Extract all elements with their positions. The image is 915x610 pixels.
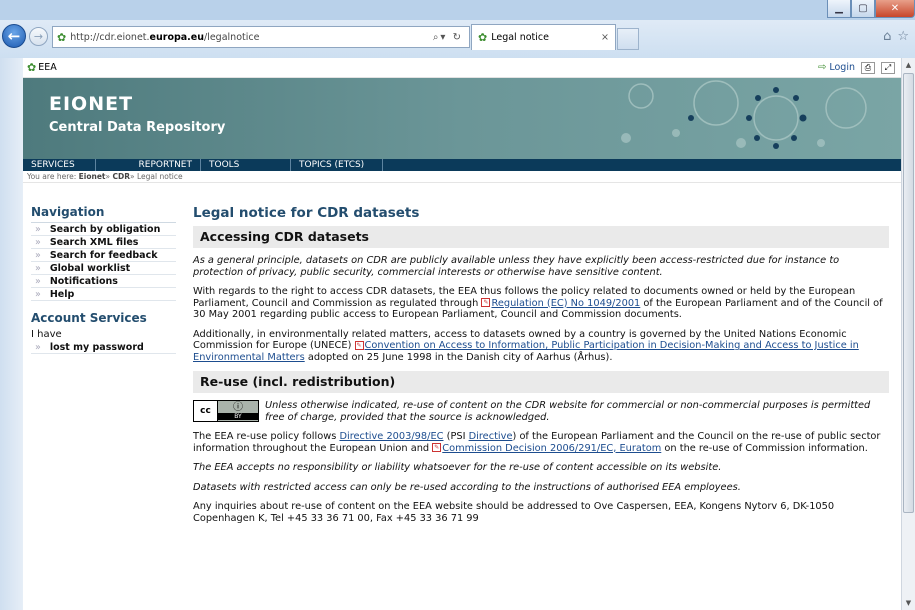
sidebar-item-search-feedback[interactable]: » Search for feedback [31, 249, 176, 262]
paragraph-general-principle: As a general principle, datasets on CDR … [193, 255, 840, 278]
nav-services[interactable]: Services [23, 159, 96, 171]
minimize-button[interactable]: ▁ [827, 0, 851, 18]
breadcrumb: You are here: Eionet» CDR» Legal notice [23, 171, 901, 183]
breadcrumb-eionet[interactable]: Eionet [79, 172, 106, 181]
account-services-heading: Account Services [31, 311, 147, 325]
tab-close-icon[interactable]: × [601, 32, 609, 43]
i-have-label: I have [31, 329, 62, 340]
site-favicon-icon: ✿ [57, 30, 67, 44]
tab-favicon-icon: ✿ [478, 31, 488, 44]
account-list: » lost my password [31, 341, 176, 354]
vertical-scrollbar[interactable]: ▲ ▼ [901, 58, 915, 610]
banner-subtitle: Central Data Repository [49, 120, 226, 135]
address-path: /legalnotice [204, 31, 260, 43]
site-banner: Eionet Central Data Repository [23, 78, 901, 159]
paragraph-no-liability: The EEA accepts no responsibility or lia… [193, 462, 722, 473]
page-topbar: ✿ EEA ⇨ Login ⎙ ⤢ [23, 58, 901, 78]
regulation-link[interactable]: Regulation (EC) No 1049/2001 [491, 298, 640, 309]
page-title: Legal notice for CDR datasets [193, 205, 420, 221]
pdf-icon: ✎ [432, 443, 442, 452]
sidebar-item-lost-password[interactable]: » lost my password [31, 341, 176, 354]
paragraph-unece: Additionally, in environmentally related… [193, 328, 859, 363]
sidebar-item-global-worklist[interactable]: » Global worklist [31, 262, 176, 275]
sidebar-item-notifications[interactable]: » Notifications [31, 275, 176, 288]
eea-logo-icon: ✿ [27, 61, 37, 74]
sidebar-item-help[interactable]: » Help [31, 288, 176, 301]
psi-directive-link[interactable]: Directive [469, 431, 513, 442]
home-icon[interactable]: ⌂ [883, 29, 897, 44]
section-heading-reuse: Re-use (incl. redistribution) [193, 371, 889, 393]
main-content: Legal notice for CDR datasets Accessing … [193, 205, 889, 532]
toolbar-icons: ⌂☆ [883, 29, 915, 44]
sidebar-item-search-xml[interactable]: » Search XML files [31, 236, 176, 249]
nav-reportnet[interactable]: ReportNet [96, 159, 201, 171]
window-controls: ▁ ▢ ✕ [827, 0, 915, 20]
forward-arrow-icon: → [33, 30, 44, 43]
tab-title: Legal notice [491, 32, 549, 43]
back-arrow-icon: ← [7, 27, 21, 45]
cc-by-license-icon[interactable]: cc ⓘ BY [193, 400, 259, 422]
nav-topics[interactable]: Topics (ETCs) [291, 159, 383, 171]
close-window-button[interactable]: ✕ [875, 0, 915, 18]
scroll-up-icon[interactable]: ▲ [902, 58, 915, 72]
login-label: Login [829, 62, 855, 73]
paragraph-restricted: Datasets with restricted access can only… [193, 481, 741, 493]
scroll-down-icon[interactable]: ▼ [902, 596, 915, 610]
search-refresh-icon[interactable]: ⌕▾ ↻ [433, 32, 463, 43]
navigation-list: » Search by obligation » Search XML files … [31, 223, 176, 301]
address-bar[interactable]: ✿ http://cdr.eionet. europa.eu/legalnotic… [52, 26, 470, 48]
sidebar: Navigation » Search by obligation » Search… [31, 205, 176, 354]
scrollbar-thumb[interactable] [903, 73, 914, 513]
address-domain: europa.eu [149, 31, 204, 43]
sidebar-item-search-obligation[interactable]: » Search by obligation [31, 223, 176, 236]
address-prefix: http://cdr.eionet. [70, 31, 150, 43]
breadcrumb-cdr[interactable]: CDR [113, 172, 131, 181]
breadcrumb-prefix: You are here: [27, 172, 77, 181]
favorites-star-icon[interactable]: ☆ [897, 29, 915, 44]
network-circles-icon [621, 80, 867, 149]
cc-license-text: Unless otherwise indicated, re-use of co… [265, 400, 871, 423]
pdf-icon: ✎ [481, 298, 491, 307]
cc-license-row: cc ⓘ BY Unless otherwise indicated, re-us… [193, 400, 889, 423]
back-button[interactable]: ← [2, 24, 26, 48]
print-icon[interactable]: ⎙ [861, 61, 875, 74]
main-navbar: Services ReportNet Tools Topics (ETCs) [23, 159, 901, 171]
nav-tools[interactable]: Tools [201, 159, 291, 171]
pdf-icon: ✎ [354, 340, 364, 350]
page-content: ✿ EEA ⇨ Login ⎙ ⤢ Eionet Central Data Rep… [23, 58, 901, 610]
directive-link[interactable]: Directive 2003/98/EC [339, 431, 443, 442]
paragraph-right-to-access: With regards to the right to access CDR … [193, 286, 883, 320]
maximize-button[interactable]: ▢ [851, 0, 875, 18]
forward-button[interactable]: → [29, 27, 48, 46]
login-icon: ⇨ [817, 62, 827, 73]
breadcrumb-current: Legal notice [137, 172, 183, 181]
navigation-heading: Navigation [31, 205, 176, 223]
browser-tab[interactable]: ✿ Legal notice × [471, 24, 616, 50]
commission-decision-link[interactable]: Commission Decision 2006/291/EC, Euratom [442, 443, 661, 454]
eea-link[interactable]: EEA [38, 62, 57, 73]
paragraph-inquiries: Any inquiries about re-use of content on… [193, 501, 835, 524]
paragraph-reuse-policy: The EEA re-use policy follows Directive … [193, 431, 881, 454]
login-link[interactable]: ⇨ Login [818, 62, 855, 73]
left-gutter [0, 58, 23, 610]
section-heading-access: Accessing CDR datasets [193, 226, 889, 248]
browser-toolbar: ← → ✿ http://cdr.eionet. europa.eu/legaln… [0, 20, 915, 58]
fullscreen-icon[interactable]: ⤢ [881, 61, 895, 74]
new-tab-button[interactable] [617, 28, 639, 50]
banner-title: Eionet [49, 93, 134, 115]
